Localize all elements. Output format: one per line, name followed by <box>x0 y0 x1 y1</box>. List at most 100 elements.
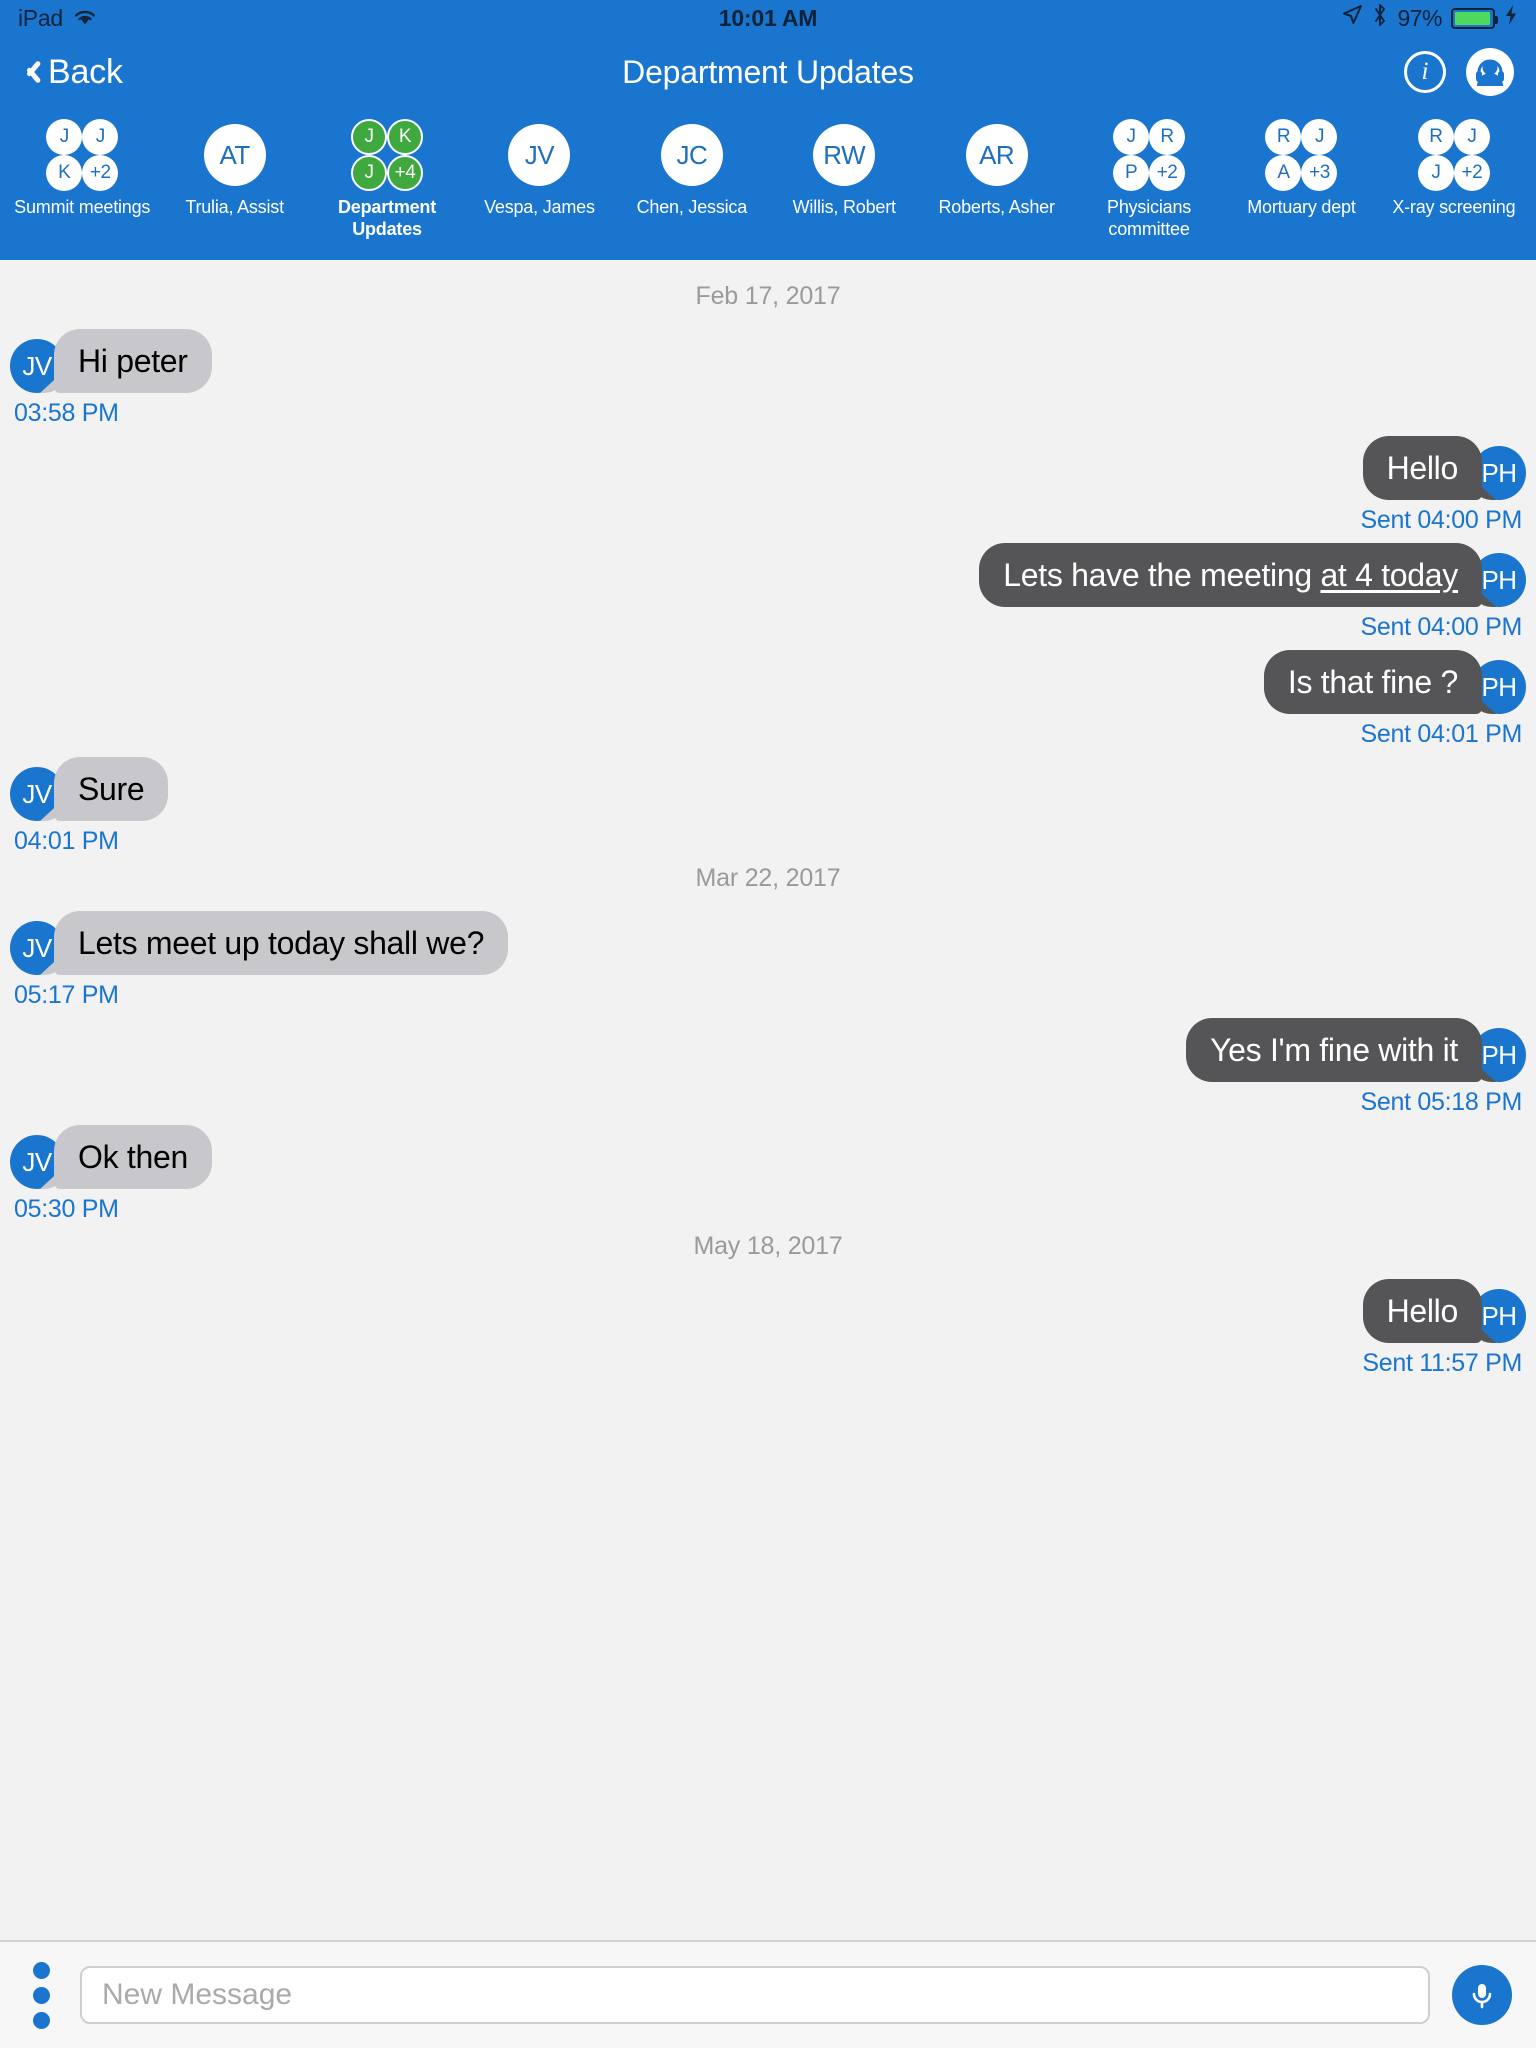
chat-list-strip[interactable]: J J K +2 Summit meetings AT Trulia, Assist J K J +… <box>0 108 1536 260</box>
status-bar: iPad 10:01 AM 97% <box>0 0 1536 36</box>
message-timestamp: 03:58 PM <box>14 399 119 427</box>
chat-strip-item[interactable]: RW Willis, Robert <box>768 118 920 218</box>
message-bubble[interactable]: Is that fine ? <box>1263 650 1482 714</box>
avatar-initials: K <box>46 155 83 191</box>
message-timestamp: Sent 04:00 PM <box>1360 506 1523 534</box>
location-arrow-icon <box>1341 4 1363 32</box>
message-wrapper: Lets have the meeting at 4 today PH Sent 0… <box>979 543 1526 642</box>
chat-strip-item[interactable]: AR Roberts, Asher <box>920 118 1072 218</box>
chat-strip-item-label: Physicians committee <box>1107 197 1192 239</box>
message-row: Is that fine ? PH Sent 04:01 PM <box>0 650 1536 749</box>
chat-strip-item[interactable]: J J K +2 Summit meetings <box>6 118 158 218</box>
message-bubble[interactable]: Ok then <box>54 1125 212 1189</box>
message-line: JV Lets meet up today shall we? <box>10 911 509 975</box>
chat-strip-item-label: Roberts, Asher <box>938 197 1055 217</box>
message-bubble[interactable]: Sure <box>54 757 169 821</box>
chat-strip-item[interactable]: JV Vespa, James <box>463 118 615 218</box>
message-row: JV Lets meet up today shall we? 05:17 PM <box>0 911 1536 1010</box>
chat-strip-item[interactable]: R J J +2 X-ray screening <box>1378 118 1530 218</box>
avatar-initials: R <box>1149 119 1186 155</box>
message-line: Hello PH <box>1361 436 1526 500</box>
info-glyph: i <box>1421 58 1429 85</box>
message-timestamp: Sent 04:00 PM <box>1360 613 1523 641</box>
bluetooth-icon <box>1372 3 1388 33</box>
message-bubble[interactable]: Hi peter <box>54 329 212 393</box>
avatar-initials: RW <box>813 124 876 186</box>
message-line: JV Hi peter <box>10 329 212 393</box>
avatar-group: R J A +3 <box>1265 119 1338 191</box>
message-bubble[interactable]: Hello <box>1362 1279 1482 1343</box>
message-row: Lets have the meeting at 4 today PH Sent 0… <box>0 543 1536 642</box>
chat-strip-item-label: Mortuary dept <box>1247 197 1356 217</box>
avatar-initials: J <box>46 119 83 155</box>
chat-avatar: J K J +4 <box>351 118 424 192</box>
headset-agent-icon[interactable] <box>1466 48 1514 96</box>
avatar-group: J R P +2 <box>1113 119 1186 191</box>
message-bubble[interactable]: Lets have the meeting at 4 today <box>979 543 1482 607</box>
navigation-actions: i <box>1404 48 1514 96</box>
info-circle-icon[interactable]: i <box>1404 51 1446 93</box>
avatar-initials: AR <box>965 124 1028 186</box>
message-wrapper: Hello PH Sent 04:00 PM <box>1361 436 1526 535</box>
status-bar-right: 97% <box>1341 3 1518 33</box>
message-bubble[interactable]: Hello <box>1362 436 1482 500</box>
message-link-text[interactable]: at 4 today <box>1320 557 1458 593</box>
back-button[interactable]: Back <box>22 53 123 92</box>
message-wrapper: JV Lets meet up today shall we? 05:17 PM <box>10 911 509 1010</box>
message-wrapper: JV Ok then 05:30 PM <box>10 1125 212 1224</box>
date-separator: May 18, 2017 <box>693 1232 843 1260</box>
message-wrapper: JV Sure 04:01 PM <box>10 757 169 856</box>
chat-avatar: JC <box>660 118 723 192</box>
avatar-initials: JC <box>660 124 723 186</box>
date-separator: Mar 22, 2017 <box>695 864 841 892</box>
message-input[interactable] <box>80 1966 1430 2024</box>
messaging-app: iPad 10:01 AM 97% Back Department Update… <box>0 0 1536 2048</box>
chat-avatar: J R P +2 <box>1113 118 1186 192</box>
avatar-initials: AT <box>203 124 266 186</box>
chat-avatar: RW <box>813 118 876 192</box>
avatar-initials: J <box>1453 119 1490 155</box>
message-wrapper: Is that fine ? PH Sent 04:01 PM <box>1263 650 1526 749</box>
message-composer <box>0 1940 1536 2048</box>
conversation-thread[interactable]: Feb 17, 2017 JV Hi peter 03:58 PM Hello PH Sen… <box>0 260 1536 1940</box>
chevron-left-icon <box>22 57 40 87</box>
avatar-initials: J <box>351 155 388 191</box>
date-separator: Feb 17, 2017 <box>695 282 841 310</box>
avatar-initials: J <box>1113 119 1150 155</box>
chat-avatar: J J K +2 <box>46 118 119 192</box>
avatar-initials: +4 <box>387 155 424 191</box>
message-bubble[interactable]: Lets meet up today shall we? <box>54 911 509 975</box>
avatar-initials: +2 <box>82 155 119 191</box>
avatar-initials: A <box>1265 155 1302 191</box>
message-timestamp: Sent 05:18 PM <box>1360 1088 1523 1116</box>
message-timestamp: 04:01 PM <box>14 827 119 855</box>
microphone-button[interactable] <box>1452 1965 1512 2025</box>
battery-percent-label: 97% <box>1397 4 1442 31</box>
page-title: Department Updates <box>622 53 914 90</box>
chat-strip-item[interactable]: R J A +3 Mortuary dept <box>1225 118 1377 218</box>
message-line: Hello PH <box>1362 1279 1526 1343</box>
carrier-label: iPad <box>18 4 63 31</box>
message-line: Yes I'm fine with it PH <box>1186 1018 1526 1082</box>
chat-strip-item[interactable]: J K J +4 Department Updates <box>311 118 463 240</box>
message-bubble[interactable]: Yes I'm fine with it <box>1186 1018 1482 1082</box>
chat-strip-item[interactable]: J R P +2 Physicians committee <box>1073 118 1225 240</box>
message-wrapper: Yes I'm fine with it PH Sent 05:18 PM <box>1186 1018 1526 1117</box>
chat-strip-item-label: Vespa, James <box>484 197 595 217</box>
avatar-initials: J <box>1417 155 1454 191</box>
avatar-initials: +3 <box>1301 155 1338 191</box>
chat-strip-item[interactable]: AT Trulia, Assist <box>158 118 310 218</box>
chat-avatar: R J J +2 <box>1417 118 1490 192</box>
chat-avatar: R J A +3 <box>1265 118 1338 192</box>
kebab-menu-icon[interactable] <box>24 1961 58 2029</box>
avatar-initials: J <box>351 119 388 155</box>
message-wrapper: JV Hi peter 03:58 PM <box>10 329 212 428</box>
lightning-bolt-icon <box>1504 4 1518 32</box>
message-text: Lets have the meeting <box>1003 557 1321 593</box>
message-row: JV Ok then 05:30 PM <box>0 1125 1536 1224</box>
chat-strip-item[interactable]: JC Chen, Jessica <box>616 118 768 218</box>
message-timestamp: Sent 11:57 PM <box>1362 1349 1522 1377</box>
status-bar-left: iPad <box>18 5 97 32</box>
message-timestamp: 05:17 PM <box>14 981 119 1009</box>
avatar-initials: R <box>1417 119 1454 155</box>
